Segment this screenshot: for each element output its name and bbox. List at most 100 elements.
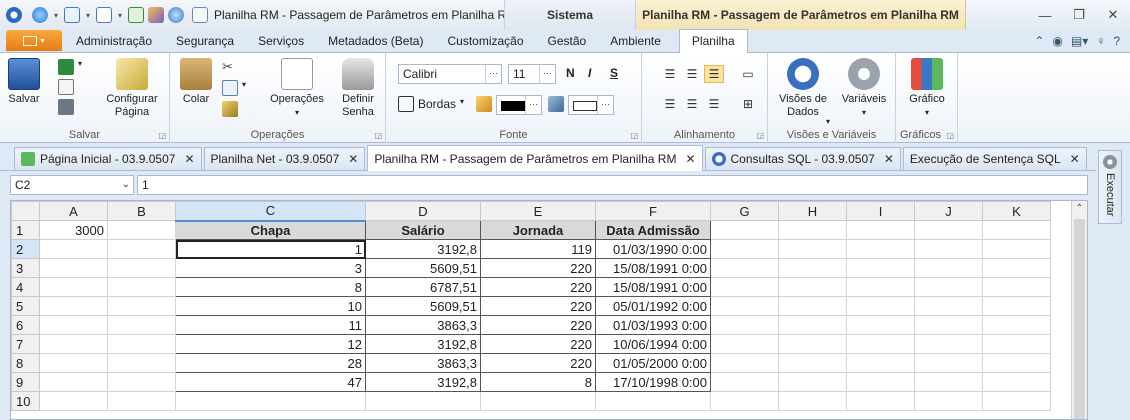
column-header[interactable]: J [914,201,983,221]
visoes-de-dados-button[interactable]: Visões de Dados [774,58,832,119]
cell[interactable] [914,334,983,354]
executar-side-panel[interactable]: Executar [1098,150,1122,224]
cell[interactable] [107,258,176,278]
cell[interactable] [710,391,779,411]
dialog-launcher-icon[interactable]: ◲ [756,131,764,140]
play-icon[interactable] [128,7,144,23]
chevron-down-icon[interactable]: ▾ [242,80,258,96]
grafico-button[interactable]: Gráfico ▾ [906,58,948,119]
cell[interactable]: 8 [480,372,596,392]
globe-icon[interactable] [32,7,48,23]
cell[interactable] [982,296,1051,316]
column-header[interactable]: C [175,201,366,222]
column-header[interactable]: B [107,201,176,221]
wrap-text-icon[interactable]: ▭ [738,65,758,83]
tab-planilha[interactable]: Planilha [678,29,748,53]
doc-tab-planilha-rm[interactable]: Planilha RM - Passagem de Parâmetros em … [367,145,703,171]
cell[interactable]: 220 [480,296,596,316]
align-middle-icon[interactable]: ☰ [682,95,702,113]
chevron-down-icon[interactable]: ▾ [78,59,94,75]
variaveis-button[interactable]: Variáveis ▾ [838,58,890,119]
cell[interactable] [982,239,1051,259]
cell[interactable] [107,277,176,297]
column-header[interactable]: G [710,201,779,221]
cell[interactable] [778,315,847,335]
cell[interactable] [39,239,108,259]
new-window-icon[interactable] [64,7,80,23]
more-icon[interactable]: ··· [539,65,555,83]
cell[interactable] [39,353,108,373]
cell[interactable] [914,296,983,316]
cell[interactable]: 220 [480,258,596,278]
cell[interactable]: 15/08/1991 0:00 [595,277,711,297]
close-icon[interactable]: ✕ [884,152,894,166]
close-icon[interactable]: ✕ [1070,152,1080,166]
cell[interactable] [39,296,108,316]
cell-header-chapa[interactable]: Chapa [175,220,366,240]
border-color-picker[interactable]: ··· [496,95,542,115]
cell[interactable] [846,239,915,259]
align-top-icon[interactable]: ☰ [660,95,680,113]
row-header[interactable]: 6 [11,315,40,335]
cell[interactable] [778,277,847,297]
cell[interactable]: 220 [480,353,596,373]
cell[interactable] [778,220,847,240]
copy-icon[interactable] [222,80,238,96]
chevron-down-icon[interactable]: ▾ [84,11,92,20]
cell-header-data-admissao[interactable]: Data Admissão [595,220,711,240]
row-header[interactable]: 9 [11,372,40,392]
cell[interactable] [107,220,176,240]
cell[interactable] [39,258,108,278]
strikethrough-button[interactable]: S [610,66,618,80]
column-header[interactable]: I [846,201,915,221]
cell[interactable]: 220 [480,277,596,297]
dialog-launcher-icon[interactable]: ◲ [946,131,954,140]
definir-senha-button[interactable]: Definir Senha [338,58,378,119]
row-header[interactable]: 10 [11,391,40,411]
cell[interactable] [914,239,983,259]
cell[interactable] [778,258,847,278]
cell[interactable]: 3863,3 [365,353,481,373]
cell[interactable] [710,277,779,297]
format-painter-icon[interactable] [222,101,238,117]
cell[interactable] [846,372,915,392]
cell[interactable] [107,391,176,411]
tab-servicos[interactable]: Serviços [246,30,316,52]
merge-cells-icon[interactable]: ⊞ [738,95,758,113]
cell[interactable] [778,239,847,259]
close-icon[interactable]: ✕ [348,152,358,166]
cell[interactable] [778,353,847,373]
window-layout-icon[interactable] [96,7,112,23]
cell[interactable] [778,372,847,392]
cell[interactable] [39,391,108,411]
cell[interactable]: 10/06/1994 0:00 [595,334,711,354]
cell[interactable]: 12 [175,334,366,354]
column-header[interactable]: K [982,201,1051,221]
cell[interactable]: 01/03/1990 0:00 [595,239,711,259]
column-header[interactable]: E [480,201,596,221]
chevron-down-icon[interactable]: ▾ [52,11,60,20]
cell[interactable] [778,334,847,354]
cell[interactable]: 6787,51 [365,277,481,297]
dialog-launcher-icon[interactable]: ◲ [158,131,166,140]
cell[interactable]: 220 [480,315,596,335]
cell[interactable] [480,391,596,411]
cell[interactable]: 3 [175,258,366,278]
scissors-icon[interactable]: ✂ [222,59,238,75]
scroll-up-icon[interactable]: ⌃ [1072,201,1087,217]
cell[interactable] [595,391,711,411]
cell[interactable]: 5609,51 [365,296,481,316]
cell[interactable] [846,391,915,411]
cell[interactable]: 5609,51 [365,258,481,278]
cell[interactable]: 15/08/1991 0:00 [595,258,711,278]
cell[interactable] [846,296,915,316]
cell[interactable]: 11 [175,315,366,335]
bold-button[interactable]: N [566,66,575,80]
cell[interactable] [914,220,983,240]
tab-ambiente[interactable]: Ambiente [598,30,673,52]
cell[interactable] [107,239,176,259]
layout-icon[interactable]: ▤▾ [1071,34,1088,48]
select-all-corner[interactable] [11,201,40,221]
vertical-scrollbar[interactable]: ⌃ [1071,201,1087,419]
cell[interactable]: 10 [175,296,366,316]
